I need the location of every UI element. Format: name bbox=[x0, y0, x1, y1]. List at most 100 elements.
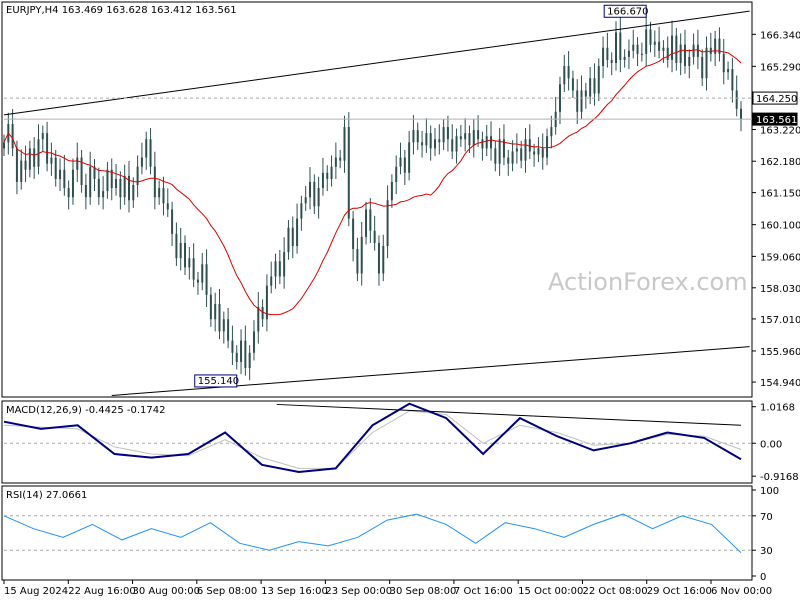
price-tick-label: 161.150 bbox=[760, 189, 800, 200]
candle-body bbox=[50, 157, 53, 164]
candle-body bbox=[28, 148, 31, 170]
price-tick-label: 163.220 bbox=[760, 125, 800, 136]
candle-body bbox=[235, 352, 238, 362]
candle-body bbox=[11, 124, 14, 149]
candle-body bbox=[507, 157, 510, 164]
candle-body bbox=[632, 44, 635, 51]
candle-body bbox=[162, 188, 165, 204]
candle-body bbox=[619, 32, 622, 60]
candle-body bbox=[261, 307, 264, 320]
candle-body bbox=[571, 78, 574, 91]
candle-body bbox=[231, 340, 234, 353]
candle-body bbox=[679, 44, 682, 64]
candle-body bbox=[576, 90, 579, 112]
candle-body bbox=[59, 169, 62, 179]
candle-body bbox=[3, 142, 5, 149]
candle-body bbox=[537, 148, 540, 155]
candle-body bbox=[563, 66, 566, 85]
candle-body bbox=[304, 197, 307, 204]
candle-body bbox=[356, 249, 359, 274]
chart-background bbox=[0, 0, 800, 600]
price-tick-label: 155.960 bbox=[760, 347, 800, 358]
candle-body bbox=[615, 32, 618, 64]
candle-body bbox=[347, 127, 350, 219]
candle-body bbox=[675, 35, 678, 64]
candle-body bbox=[209, 294, 212, 320]
candle-body bbox=[511, 151, 514, 164]
rsi-tick-label: 30 bbox=[760, 546, 773, 557]
candle-body bbox=[421, 142, 424, 146]
candle-body bbox=[373, 230, 376, 243]
candle-body bbox=[658, 41, 661, 51]
candle-body bbox=[623, 56, 626, 60]
candle-body bbox=[296, 218, 299, 247]
candle-body bbox=[533, 151, 536, 155]
candle-body bbox=[97, 178, 100, 198]
time-tick-label: 22 Oct 08:00 bbox=[582, 586, 647, 597]
candle-body bbox=[735, 90, 738, 109]
price-tick-label: 160.100 bbox=[760, 221, 800, 232]
candle-body bbox=[227, 319, 230, 341]
candle-body bbox=[567, 66, 570, 79]
candle-body bbox=[145, 139, 148, 158]
candle-body bbox=[580, 90, 583, 112]
watermark: ActionForex.com bbox=[548, 268, 748, 296]
price-tick-label: 158.030 bbox=[760, 284, 800, 295]
candle-body bbox=[546, 136, 549, 158]
candle-body bbox=[291, 227, 294, 247]
candle-body bbox=[24, 160, 27, 170]
candle-body bbox=[520, 148, 523, 161]
time-tick-label: 6 Nov 00:00 bbox=[711, 586, 772, 597]
candle-body bbox=[84, 185, 87, 198]
candle-body bbox=[589, 78, 592, 97]
candle-body bbox=[248, 352, 251, 369]
candle-body bbox=[498, 139, 501, 164]
candle-body bbox=[257, 307, 260, 332]
candle-body bbox=[382, 246, 385, 274]
candle-body bbox=[696, 44, 699, 57]
rsi-title: RSI(14) 27.0661 bbox=[6, 490, 87, 501]
price-tick-label: 162.180 bbox=[760, 157, 800, 168]
price-axis-marker-label: 164.250 bbox=[756, 94, 797, 105]
candle-body bbox=[438, 139, 441, 143]
candle-body bbox=[722, 53, 725, 73]
candle-body bbox=[688, 56, 691, 67]
price-annotation-label: 166.670 bbox=[607, 6, 648, 17]
candle-body bbox=[76, 157, 79, 170]
candle-body bbox=[175, 233, 178, 259]
candle-body bbox=[558, 84, 561, 112]
candle-body bbox=[149, 139, 152, 167]
candle-body bbox=[395, 166, 398, 182]
candle-body bbox=[252, 331, 255, 353]
candle-body bbox=[597, 66, 600, 94]
candle-body bbox=[627, 50, 630, 57]
price-tick-label: 157.010 bbox=[760, 315, 800, 326]
candle-body bbox=[433, 139, 436, 149]
candle-body bbox=[377, 242, 380, 274]
candle-body bbox=[270, 276, 273, 286]
candle-body bbox=[416, 130, 419, 143]
candle-body bbox=[360, 236, 363, 274]
price-tick-label: 165.290 bbox=[760, 62, 800, 73]
candle-body bbox=[412, 130, 415, 143]
candle-body bbox=[472, 130, 475, 146]
candle-body bbox=[365, 209, 368, 237]
candle-body bbox=[653, 41, 656, 45]
candle-body bbox=[274, 261, 277, 277]
candle-body bbox=[369, 209, 372, 231]
time-tick-label: 22 Aug 16:00 bbox=[68, 586, 135, 597]
time-tick-label: 30 Aug 00:00 bbox=[133, 586, 200, 597]
rsi-tick-label: 70 bbox=[760, 512, 773, 523]
candle-body bbox=[468, 133, 471, 146]
candle-body bbox=[584, 90, 587, 97]
chart-container: ActionForex.com 166.670 155.140 166.340 16… bbox=[0, 0, 800, 600]
candle-body bbox=[731, 69, 734, 91]
candle-body bbox=[403, 157, 406, 173]
candle-body bbox=[201, 264, 204, 283]
candle-body bbox=[334, 157, 337, 167]
candle-body bbox=[692, 44, 695, 57]
candle-body bbox=[610, 59, 613, 64]
candle-body bbox=[115, 178, 118, 189]
macd-tick-label: 1.0168 bbox=[760, 403, 795, 414]
candle-body bbox=[740, 108, 742, 120]
